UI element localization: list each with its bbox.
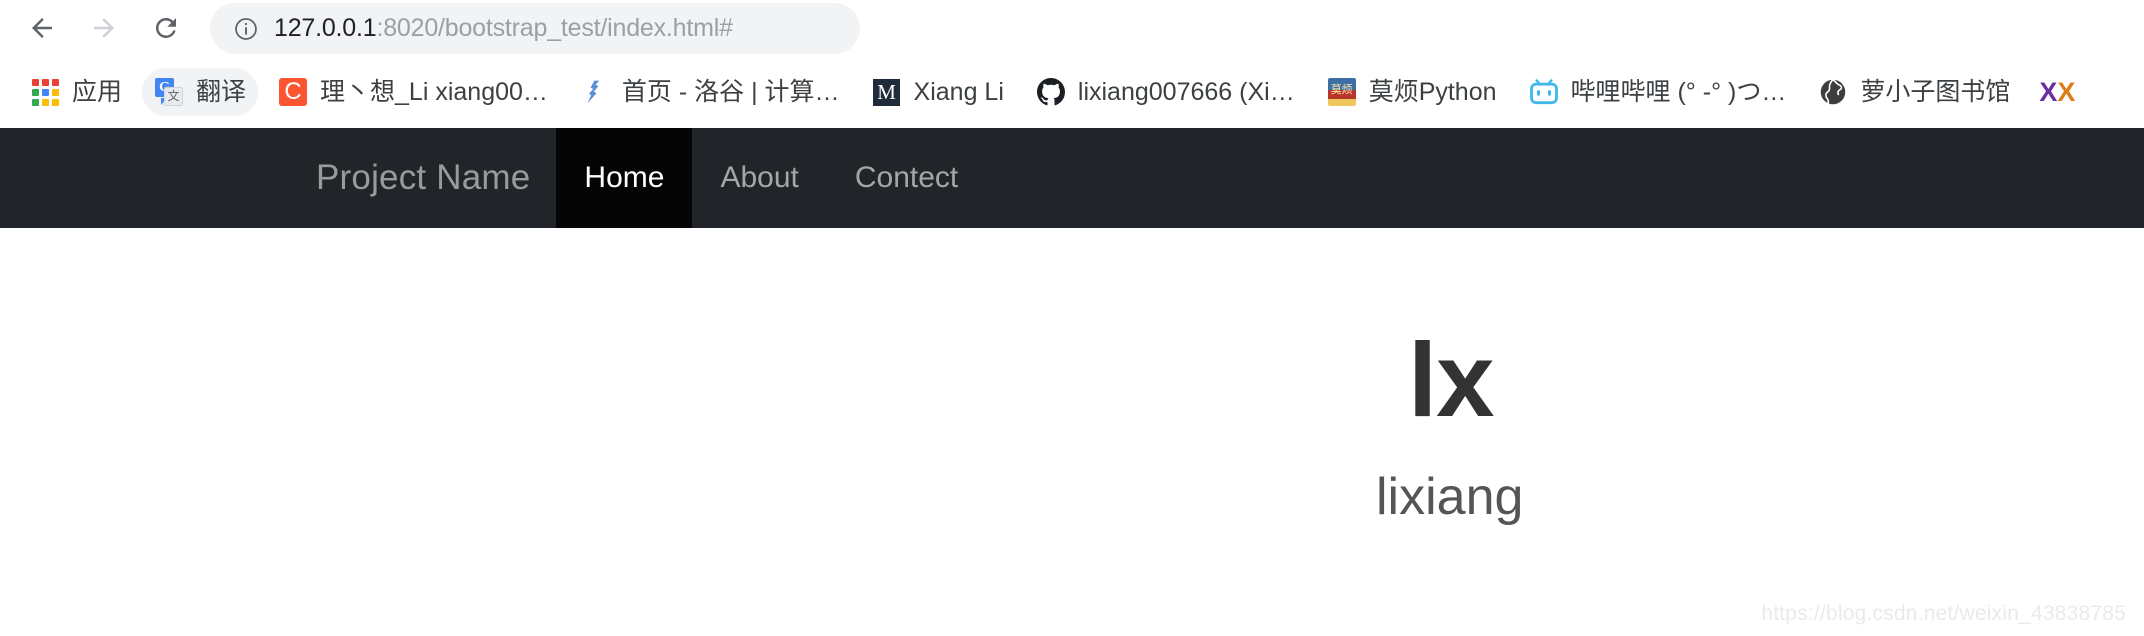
github-icon (1036, 77, 1066, 107)
xx-letters: XX (2039, 76, 2076, 107)
page-subtitle: lixiang (1376, 468, 1524, 526)
globe-icon (1818, 77, 1848, 107)
bookmark-item-apps[interactable]: 应用 (18, 68, 134, 116)
navbar-link-home[interactable]: Home (556, 128, 693, 228)
bookmark-item-github[interactable]: lixiang007666 (Xi… (1024, 68, 1307, 116)
bookmark-label: 哔哩哔哩 (° -° )つ… (1570, 77, 1787, 106)
url-host: 127.0.0.1 (274, 14, 377, 42)
google-translate-icon: G 文 (154, 77, 184, 107)
translate-cn-letter: 文 (164, 87, 184, 106)
page-title: lx (1408, 322, 1495, 439)
bookmark-label: 翻译 (196, 77, 247, 106)
watermark: https://blog.csdn.net/weixin_43838785 (1761, 602, 2126, 625)
bookmark-label: 理丶想_Li xiang00… (320, 77, 548, 106)
bookmark-label: Xiang Li (913, 77, 1004, 106)
mofan-letters: 莫烦 (1330, 84, 1353, 96)
url-path: :8020/bootstrap_test/index.html# (376, 14, 733, 42)
bookmark-label: 应用 (72, 77, 123, 106)
mofan-python-icon: 莫烦 (1327, 77, 1357, 107)
csdn-icon: C (278, 77, 308, 107)
bookmark-item-mofan-python[interactable]: 莫烦 莫烦Python (1315, 68, 1509, 116)
navbar-link-about[interactable]: About (692, 128, 826, 228)
forward-button[interactable] (76, 0, 132, 56)
page-content: lx lixiang https://blog.csdn.net/weixin_… (0, 228, 2144, 636)
bookmark-item-bilibili[interactable]: 哔哩哔哩 (° -° )つ… (1517, 68, 1799, 116)
hero-block: lx lixiang (1376, 322, 1523, 523)
bookmark-label: 莫烦Python (1368, 77, 1497, 106)
bookmark-item-translate[interactable]: G 文 翻译 (142, 68, 259, 116)
medium-m-icon: M (872, 77, 902, 107)
site-navbar: Project Name Home About Contect (0, 128, 2144, 228)
navbar-link-contact[interactable]: Contect (827, 128, 986, 228)
reload-button[interactable] (138, 0, 194, 56)
browser-toolbar: 127.0.0.1:8020/bootstrap_test/index.html… (0, 0, 2144, 56)
browser-chrome: 127.0.0.1:8020/bootstrap_test/index.html… (0, 0, 2144, 128)
bookmark-item-partial[interactable]: XX (2030, 68, 2084, 116)
address-bar[interactable]: 127.0.0.1:8020/bootstrap_test/index.html… (210, 3, 860, 54)
navbar-brand[interactable]: Project Name (290, 128, 556, 228)
google-apps-grid-icon (30, 77, 60, 107)
bookmark-item-xiang-li[interactable]: M Xiang Li (860, 68, 1016, 116)
back-button[interactable] (14, 0, 70, 56)
bookmark-label: 首页 - 洛谷 | 计算… (621, 77, 840, 106)
bookmark-item-csdn[interactable]: C 理丶想_Li xiang00… (266, 68, 560, 116)
luogu-icon (580, 77, 610, 107)
site-info-icon[interactable] (232, 15, 260, 43)
bookmark-label: lixiang007666 (Xi… (1077, 77, 1295, 106)
bookmark-item-library[interactable]: 萝小子图书馆 (1806, 68, 2022, 116)
bookmark-item-luogu[interactable]: 首页 - 洛谷 | 计算… (568, 68, 852, 116)
xx-icon: XX (2039, 76, 2076, 107)
csdn-letter: C (279, 78, 308, 106)
bookmarks-bar: 应用 G 文 翻译 C 理丶想_Li xiang00… (0, 56, 2144, 128)
medium-letter: M (873, 78, 901, 106)
bookmark-label: 萝小子图书馆 (1860, 77, 2011, 106)
bilibili-icon (1529, 77, 1559, 107)
apps-grid-cells (32, 79, 59, 106)
address-bar-url: 127.0.0.1:8020/bootstrap_test/index.html… (274, 16, 733, 41)
